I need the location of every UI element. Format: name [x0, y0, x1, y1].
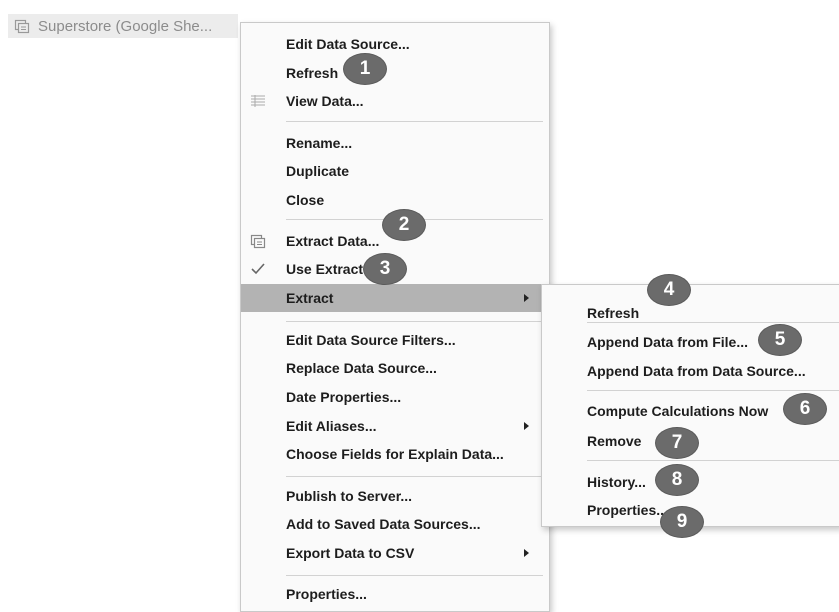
callout-badge-9: 9	[661, 507, 703, 537]
menu-item-close[interactable]: Close	[241, 186, 549, 214]
datasource-tab[interactable]: Superstore (Google She...	[8, 14, 238, 38]
checkmark-icon	[250, 261, 266, 277]
menu-item-duplicate[interactable]: Duplicate	[241, 157, 549, 185]
menu-item-view-data[interactable]: View Data...	[241, 87, 549, 115]
callout-badge-2: 2	[383, 210, 425, 240]
menu-item-edit-aliases[interactable]: Edit Aliases...	[241, 412, 549, 440]
callout-badge-6: 6	[784, 394, 826, 424]
menu-item-choose-fields[interactable]: Choose Fields for Explain Data...	[241, 440, 549, 468]
datasource-name: Superstore (Google She...	[38, 17, 213, 35]
datasource-icon	[14, 18, 30, 34]
callout-badge-5: 5	[759, 325, 801, 355]
menu-separator	[286, 321, 543, 322]
table-icon	[250, 93, 266, 109]
menu-separator	[587, 460, 839, 461]
menu-separator	[286, 575, 543, 576]
menu-separator	[587, 322, 839, 323]
menu-separator	[286, 121, 543, 122]
menu-item-date-properties[interactable]: Date Properties...	[241, 383, 549, 411]
menu-item-add-saved[interactable]: Add to Saved Data Sources...	[241, 510, 549, 538]
submenu-arrow-icon	[524, 294, 529, 302]
menu-separator	[587, 390, 839, 391]
callout-badge-4: 4	[648, 275, 690, 305]
callout-badge-1: 1	[344, 54, 386, 84]
callout-badge-8: 8	[656, 465, 698, 495]
menu-item-extract[interactable]: Extract	[241, 284, 549, 312]
menu-item-edit-data-source[interactable]: Edit Data Source...	[241, 30, 549, 58]
menu-separator	[286, 476, 543, 477]
menu-item-rename[interactable]: Rename...	[241, 129, 549, 157]
menu-item-edit-filters[interactable]: Edit Data Source Filters...	[241, 326, 549, 354]
submenu-item-append-source[interactable]: Append Data from Data Source...	[542, 357, 839, 385]
menu-item-publish[interactable]: Publish to Server...	[241, 482, 549, 510]
callout-badge-3: 3	[364, 254, 406, 284]
callout-badge-7: 7	[656, 428, 698, 458]
menu-item-properties[interactable]: Properties...	[241, 580, 549, 608]
menu-item-export-csv[interactable]: Export Data to CSV	[241, 539, 549, 567]
datasource-context-menu: Edit Data Source... Refresh View Data...…	[240, 22, 550, 612]
submenu-arrow-icon	[524, 549, 529, 557]
menu-item-refresh[interactable]: Refresh	[241, 59, 549, 87]
extract-icon	[250, 233, 266, 249]
menu-item-replace-data-source[interactable]: Replace Data Source...	[241, 354, 549, 382]
submenu-arrow-icon	[524, 422, 529, 430]
